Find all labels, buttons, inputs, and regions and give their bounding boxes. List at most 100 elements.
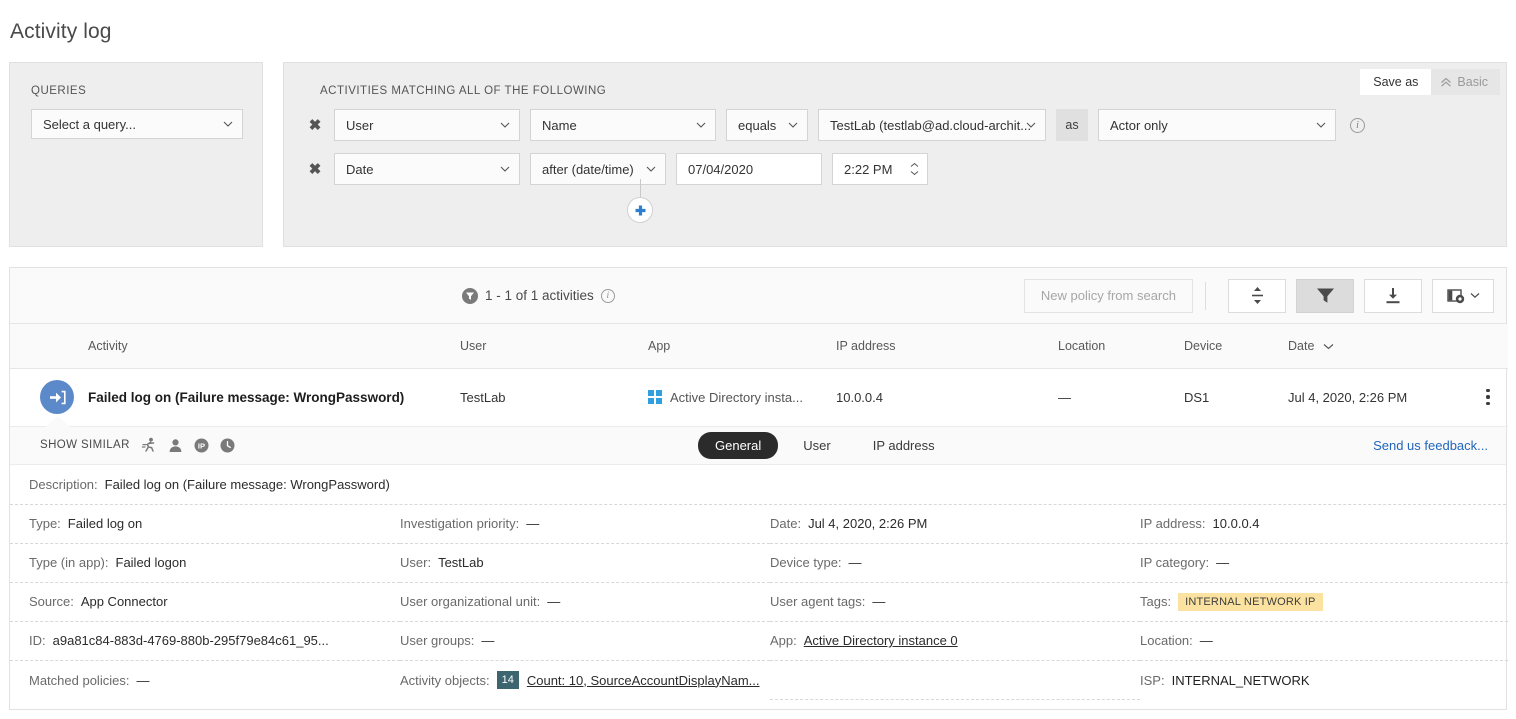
show-similar-bar: SHOW SIMILAR IP General User IP address … (10, 426, 1506, 465)
column-settings-button[interactable] (1432, 278, 1494, 313)
results-card: 1 - 1 of 1 activities i New policy from … (9, 267, 1508, 710)
tab-general[interactable]: General (698, 431, 779, 459)
ip-circle-icon[interactable]: IP (194, 438, 209, 453)
plus-icon (635, 205, 645, 215)
clock-icon[interactable] (220, 438, 235, 453)
col-user[interactable]: User (460, 324, 648, 369)
chevron-down-icon (646, 166, 656, 172)
detail-label: Location: (1140, 633, 1193, 648)
page-title: Activity log (10, 20, 112, 43)
col-date[interactable]: Date (1288, 324, 1468, 369)
tab-user[interactable]: User (786, 432, 847, 459)
filter-value-text: TestLab (testlab@ad.cloud-archit... (830, 117, 1032, 133)
save-as-group: Save as Basic (1360, 69, 1500, 95)
cell-location: — (1058, 368, 1184, 427)
detail-label: Date: (770, 516, 802, 531)
as-label: as (1056, 109, 1088, 141)
detail-label: App: (770, 633, 797, 648)
cell-app: Active Directory insta... (648, 368, 836, 427)
filter-funnel-icon (1316, 288, 1334, 303)
remove-filter-icon[interactable]: ✖ (304, 114, 326, 136)
add-condition-button[interactable] (627, 197, 653, 223)
tab-ip-address[interactable]: IP address (856, 432, 952, 459)
cell-device: DS1 (1184, 368, 1288, 427)
filter-subfield-select[interactable]: Name (530, 109, 716, 141)
results-toolbar: 1 - 1 of 1 activities i New policy from … (10, 268, 1506, 324)
detail-value: Failed log on (Failure message: WrongPas… (104, 476, 390, 492)
query-select-value: Select a query... (43, 116, 136, 132)
cell-row-menu[interactable] (1468, 368, 1508, 427)
col-actions (1468, 324, 1508, 369)
chevron-down-icon (1323, 343, 1334, 350)
queries-caption: QUERIES (31, 85, 87, 97)
activity-log-page: Activity log QUERIES Select a query... A… (0, 0, 1516, 719)
detail-label: Description: (29, 476, 98, 492)
detail-row-tags: Tags: INTERNAL NETWORK IP (1140, 583, 1508, 622)
detail-row-isp: ISP: INTERNAL_NETWORK (1140, 661, 1508, 700)
cell-ip-address: 10.0.0.4 (836, 368, 1058, 427)
detail-row-user-agent-tags: User agent tags: — (770, 583, 1140, 622)
user-person-icon[interactable] (168, 438, 183, 453)
filter-operator-select[interactable]: equals (726, 109, 808, 141)
basic-toggle-button[interactable]: Basic (1431, 69, 1500, 95)
table-settings-icon (1446, 288, 1464, 303)
date-input[interactable]: 07/04/2020 (676, 153, 822, 185)
detail-value: Jul 4, 2020, 2:26 PM (808, 516, 928, 531)
filter-button[interactable] (1296, 278, 1354, 313)
running-person-icon[interactable] (141, 437, 157, 453)
col-location[interactable]: Location (1058, 324, 1184, 369)
filter-scope-select[interactable]: Actor only (1098, 109, 1336, 141)
filter-field-value: User (346, 117, 374, 133)
toolbar-actions: New policy from search (1023, 278, 1494, 313)
more-vertical-icon[interactable] (1468, 388, 1508, 406)
expand-collapse-icon (1251, 287, 1263, 304)
info-circle-icon[interactable]: i (1350, 117, 1365, 133)
col-app[interactable]: App (648, 324, 836, 369)
detail-label: Source: (29, 594, 74, 609)
time-input[interactable]: 2:22 PM (832, 153, 928, 185)
query-select[interactable]: Select a query... (31, 109, 243, 139)
filter-field-select[interactable]: Date (334, 153, 520, 185)
stepper-up-down-icon[interactable] (910, 162, 919, 176)
activities-table: Activity User App IP address Location De… (10, 324, 1508, 427)
activity-objects-link[interactable]: Count: 10, SourceAccountDisplayNam... (527, 673, 760, 688)
table-row[interactable]: Failed log on (Failure message: WrongPas… (10, 368, 1508, 427)
filter-value-select[interactable]: TestLab (testlab@ad.cloud-archit... (818, 109, 1046, 141)
detail-row-matched-policies: Matched policies: — (10, 661, 400, 700)
expand-rows-button[interactable] (1228, 278, 1286, 313)
col-device[interactable]: Device (1184, 324, 1288, 369)
detail-row-source: Source: App Connector (10, 583, 400, 622)
detail-value: INTERNAL_NETWORK (1171, 672, 1310, 688)
table-header-row: Activity User App IP address Location De… (10, 324, 1508, 369)
chevron-down-icon (696, 122, 706, 128)
detail-column-2: Investigation priority: — User: TestLab … (400, 505, 770, 700)
show-similar-label: SHOW SIMILAR (40, 439, 130, 451)
save-as-button[interactable]: Save as (1360, 69, 1432, 95)
send-feedback-link[interactable]: Send us feedback... (1373, 438, 1488, 453)
filters-caption: ACTIVITIES MATCHING ALL OF THE FOLLOWING (320, 85, 607, 97)
date-operator-select[interactable]: after (date/time) (530, 153, 666, 185)
detail-row-type-in-app: Type (in app): Failed logon (10, 544, 400, 583)
detail-row-investigation-priority: Investigation priority: — (400, 505, 770, 544)
detail-value: — (526, 516, 540, 531)
app-link[interactable]: Active Directory instance 0 (804, 633, 958, 648)
detail-grid: Type: Failed log on Type (in app): Faile… (10, 505, 1508, 700)
export-button[interactable] (1364, 278, 1422, 313)
detail-label: Tags: (1140, 594, 1172, 609)
chevron-down-icon (1470, 293, 1479, 299)
info-circle-icon[interactable]: i (600, 288, 615, 303)
detail-value: App Connector (80, 594, 168, 609)
col-date-label: Date (1288, 338, 1315, 353)
detail-row-user-org-unit: User organizational unit: — (400, 583, 770, 622)
filter-operator-value: equals (738, 117, 777, 133)
detail-row-type: Type: Failed log on (10, 505, 400, 544)
filter-field-select[interactable]: User (334, 109, 520, 141)
detail-value: a9a81c84-883d-4769-880b-295f79e84c61_95.… (52, 633, 329, 648)
sign-in-arrow-icon (40, 380, 74, 414)
remove-filter-icon[interactable]: ✖ (304, 158, 326, 180)
new-policy-from-search-button[interactable]: New policy from search (1023, 278, 1193, 313)
cell-user: TestLab (460, 368, 648, 427)
col-ip-address[interactable]: IP address (836, 324, 1058, 369)
detail-row-app: App: Active Directory instance 0 (770, 622, 1140, 661)
col-activity[interactable]: Activity (88, 324, 460, 369)
